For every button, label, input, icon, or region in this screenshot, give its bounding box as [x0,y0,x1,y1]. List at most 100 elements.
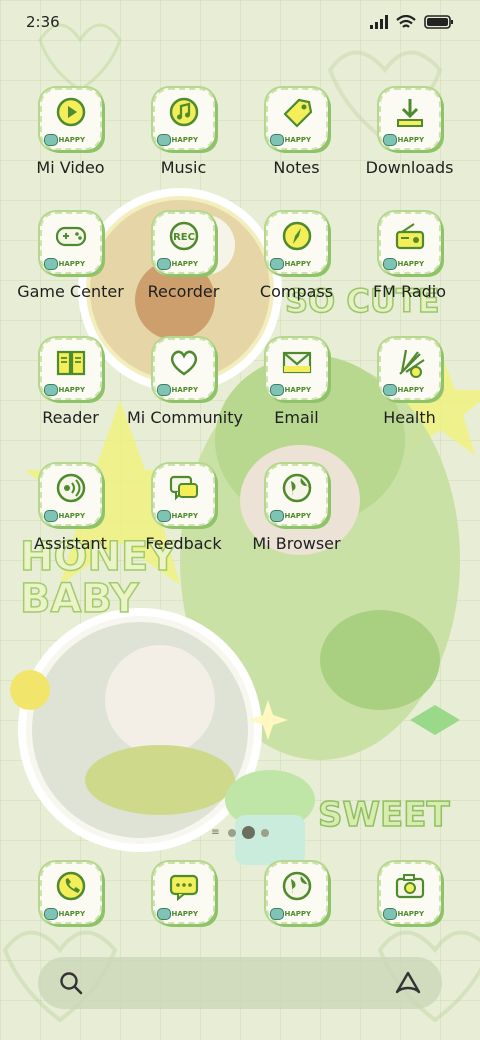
app-icon-tile[interactable]: HAPPY [378,338,441,400]
happy-face-icon [156,134,171,146]
assistant-icon[interactable] [394,970,422,996]
app-icon-tile[interactable]: REC HAPPY [152,212,215,274]
app-icon-tile[interactable]: HAPPY [39,88,102,150]
app-icon-tile[interactable]: HAPPY [265,862,328,924]
happy-badge: HAPPY [43,384,86,396]
app-compass[interactable]: HAPPY Compass [240,212,353,301]
app-icon-tile[interactable]: HAPPY [152,338,215,400]
happy-badge: HAPPY [269,258,311,270]
app-downloads[interactable]: HAPPY Downloads [353,88,466,177]
happy-face-icon [43,908,58,920]
app-music[interactable]: HAPPY Music [127,88,240,177]
dock-phone[interactable]: HAPPY [14,862,127,924]
app-assistant[interactable]: HAPPY Assistant [14,464,127,553]
play-icon [56,97,85,127]
app-label: Feedback [145,534,222,553]
book-icon [56,350,85,376]
app-icon-tile[interactable]: HAPPY [39,212,102,274]
app-icon-tile[interactable]: HAPPY [152,88,215,150]
app-mi-video[interactable]: HAPPY Mi Video [14,88,127,177]
happy-badge-text: HAPPY [171,260,199,268]
envelope-icon [282,351,311,374]
music-note-icon [169,97,198,127]
app-label: Mi Browser [252,534,341,553]
app-recorder[interactable]: REC HAPPY Recorder [127,212,240,301]
app-label: Notes [273,158,320,177]
app-notes[interactable]: HAPPY Notes [240,88,353,177]
app-reader[interactable]: HAPPY Reader [14,338,127,427]
app-mi-browser[interactable]: HAPPY Mi Browser [240,464,353,553]
happy-face-icon [43,134,58,146]
app-icon-tile[interactable]: HAPPY [265,212,328,274]
happy-badge: HAPPY [269,134,311,146]
happy-badge-text: HAPPY [58,260,86,268]
search-icon [60,972,83,995]
voice-icon [56,473,85,503]
app-game-center[interactable]: HAPPY Game Center [14,212,127,301]
page-indicator[interactable]: ≡ [0,826,480,839]
app-mi-community[interactable]: HAPPY Mi Community [127,338,243,427]
happy-badge: HAPPY [156,134,198,146]
app-email[interactable]: HAPPY Email [240,338,353,427]
app-icon-tile[interactable]: HAPPY [265,464,328,526]
app-label: FM Radio [372,282,447,301]
happy-badge: HAPPY [382,384,424,396]
app-icon-tile[interactable]: HAPPY [378,862,441,924]
dock-browser[interactable]: HAPPY [240,862,353,924]
download-icon [396,99,423,127]
happy-badge: HAPPY [43,258,86,270]
happy-face-icon [269,258,284,270]
app-feedback[interactable]: HAPPY Feedback [127,464,240,553]
page-dot-active[interactable] [241,826,255,839]
happy-badge-text: HAPPY [58,386,86,394]
happy-badge-text: HAPPY [284,386,312,394]
app-label: Game Center [17,282,124,301]
app-icon-tile[interactable]: HAPPY [378,88,441,150]
dock-camera[interactable]: HAPPY [353,862,466,924]
happy-face-icon [156,908,171,920]
app-icon-tile[interactable]: HAPPY [39,338,102,400]
wifi-icon [396,14,416,28]
app-icon-tile[interactable]: HAPPY [265,338,328,400]
globe-icon [282,473,311,503]
tag-icon [282,98,312,128]
happy-badge-text: HAPPY [58,910,86,918]
app-label: Health [383,408,436,427]
happy-badge-text: HAPPY [171,910,199,918]
message-icon [169,874,198,902]
happy-badge: HAPPY [269,510,311,522]
app-icon-tile[interactable]: HAPPY [39,464,102,526]
happy-badge: HAPPY [269,908,311,920]
happy-badge-text: HAPPY [58,512,86,520]
app-icon-tile[interactable]: HAPPY [39,862,102,924]
app-icon-tile[interactable]: HAPPY [378,212,441,274]
app-icon-tile[interactable]: HAPPY [152,862,215,924]
happy-face-icon [156,258,171,270]
happy-face-icon [43,258,58,270]
happy-face-icon [269,384,284,396]
status-bar: 2:36 [0,0,480,44]
svg-text:REC: REC [173,232,195,243]
app-icon-tile[interactable]: HAPPY [265,88,328,150]
page-dot[interactable] [227,828,236,837]
happy-face-icon [382,134,397,146]
happy-face-icon [156,510,171,522]
happy-face-icon [43,510,58,522]
search-bar[interactable] [38,957,442,1009]
happy-badge-text: HAPPY [58,136,86,144]
dock-messages[interactable]: HAPPY [127,862,240,924]
app-label: Email [274,408,319,427]
happy-badge: HAPPY [382,258,424,270]
compass-icon [282,221,311,251]
app-health[interactable]: HAPPY Health [353,338,466,427]
app-label: Compass [259,282,334,301]
app-icon-tile[interactable]: HAPPY [152,464,215,526]
app-fm-radio[interactable]: HAPPY FM Radio [353,212,466,301]
happy-badge-text: HAPPY [171,512,199,520]
page-dot[interactable] [260,828,269,837]
camera-icon [395,874,424,899]
signal-icon [370,15,388,29]
rec-icon: REC [169,221,198,251]
happy-badge: HAPPY [382,134,424,146]
happy-badge: HAPPY [269,384,312,396]
